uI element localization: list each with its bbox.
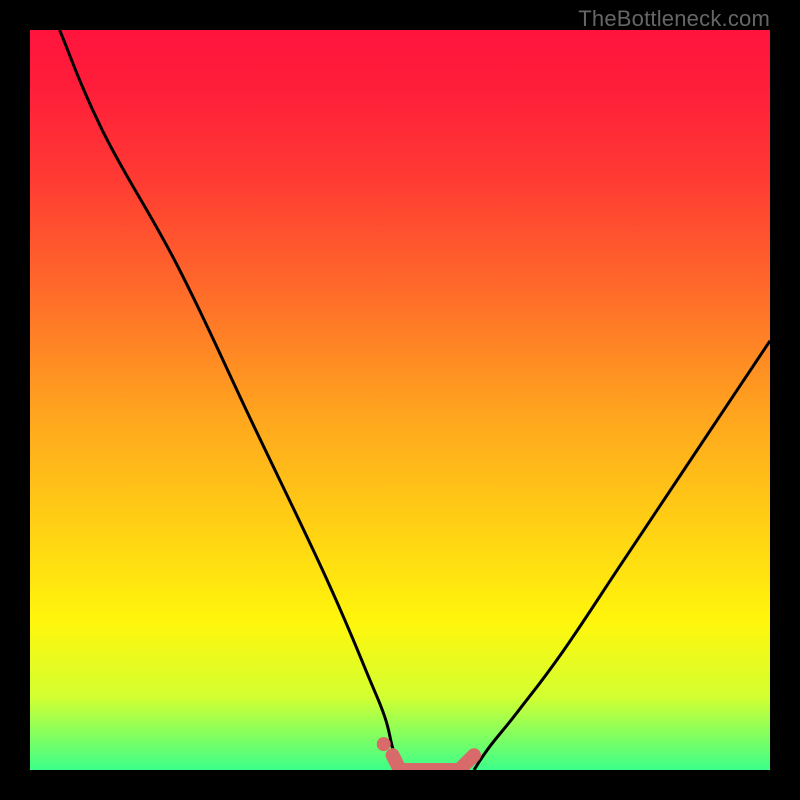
curves-svg [30,30,770,770]
optimal-band-dot [377,737,391,751]
plot-area [30,30,770,770]
watermark-text: TheBottleneck.com [578,6,770,32]
optimal-band-marker [393,755,474,770]
left-curve [60,30,400,770]
chart-stage: TheBottleneck.com [0,0,800,800]
right-curve [474,341,770,770]
